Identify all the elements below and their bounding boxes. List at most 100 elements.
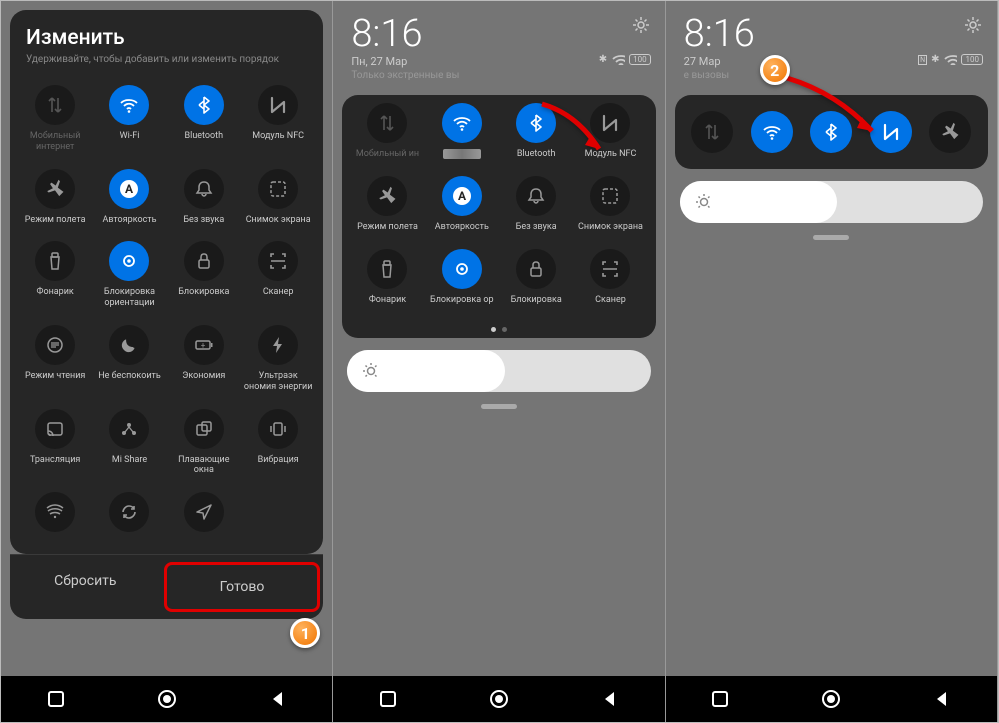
nav-back-button[interactable]	[269, 690, 287, 708]
tile-label: Блокировка ориентации	[94, 287, 164, 309]
tile-label: Сканер	[595, 295, 626, 306]
tile-label: Не беспокоить	[98, 371, 161, 382]
tile-scanner[interactable]: Сканер	[573, 241, 647, 314]
tile-airplane[interactable]: Режим полета	[350, 168, 424, 241]
mobile-data-icon	[367, 103, 407, 143]
tile-ultra[interactable]: Ультраэк ономия энергии	[241, 317, 315, 401]
scanner-icon	[258, 241, 298, 281]
nav-home-button[interactable]	[488, 688, 510, 710]
nav-recents-button[interactable]	[47, 690, 65, 708]
wifi-status-icon	[611, 51, 625, 68]
nav-bar	[1, 676, 332, 722]
tile-autobright[interactable]: Автояркость	[425, 168, 499, 241]
brightness-icon	[361, 361, 377, 381]
bluetooth-status-icon: ✱	[931, 54, 939, 65]
battery-status-icon: 100	[961, 54, 983, 65]
tile-label: Режим полета	[357, 222, 418, 233]
rotation-icon	[442, 249, 482, 289]
tile-wifi[interactable]	[425, 95, 499, 168]
tile-flashlight[interactable]: Фонарик	[350, 241, 424, 314]
tile-label: Трансляция	[30, 455, 80, 466]
tile-label: Снимок экрана	[578, 222, 643, 233]
tile-dnd[interactable]: Не беспокоить	[92, 317, 166, 401]
tile-mobile-data[interactable]	[689, 105, 735, 159]
tile-airplane[interactable]: Режим полета	[18, 161, 92, 234]
tile-loc[interactable]	[167, 484, 241, 546]
tile-reading[interactable]: Режим чтения	[18, 317, 92, 401]
nav-recents-button[interactable]	[711, 690, 729, 708]
tile-silent[interactable]: Без звука	[499, 168, 573, 241]
tile-autobright[interactable]: Автояркость	[92, 161, 166, 234]
settings-icon[interactable]	[631, 15, 651, 39]
screenshot-icon	[590, 176, 630, 216]
nav-back-button[interactable]	[601, 690, 619, 708]
drag-handle[interactable]	[813, 235, 849, 240]
tile-label: Снимок экрана	[246, 215, 311, 226]
tile-cast[interactable]: Трансляция	[18, 401, 92, 485]
tile-label: Модуль NFC	[252, 131, 304, 142]
nav-recents-button[interactable]	[379, 690, 397, 708]
tile-hotspot[interactable]	[18, 484, 92, 546]
battery-status-icon: 100	[629, 54, 651, 65]
tile-label: Мобильный интернет	[20, 131, 90, 153]
tile-airplane[interactable]	[927, 105, 973, 159]
tile-label	[443, 149, 481, 159]
done-button[interactable]: Готово	[164, 562, 321, 612]
tile-vibration[interactable]: Вибрация	[241, 401, 315, 485]
tile-rotation[interactable]: Блокировка ор	[425, 241, 499, 314]
screen-edit-tiles: Изменить Удерживайте, чтобы добавить или…	[1, 1, 333, 722]
tile-label: Без звука	[516, 222, 557, 233]
silent-icon	[184, 169, 224, 209]
tile-silent[interactable]: Без звука	[167, 161, 241, 234]
autobright-icon	[442, 176, 482, 216]
tile-sync[interactable]	[92, 484, 166, 546]
nav-home-button[interactable]	[156, 688, 178, 710]
carrier-text: Только экстренные вы	[351, 70, 646, 81]
mobile-data-icon	[691, 111, 733, 153]
tile-lock[interactable]: Блокировка	[167, 233, 241, 317]
lock-icon	[516, 249, 556, 289]
drag-handle[interactable]	[481, 404, 517, 409]
tile-lock[interactable]: Блокировка	[499, 241, 573, 314]
mishare-icon	[109, 409, 149, 449]
clock-time: 8:16	[684, 15, 979, 53]
brightness-slider[interactable]	[680, 181, 983, 223]
tile-floating[interactable]: Плавающие окна	[167, 401, 241, 485]
tile-rotation[interactable]: Блокировка ориентации	[92, 233, 166, 317]
arrow-annotation	[537, 99, 617, 173]
flashlight-icon	[35, 241, 75, 281]
tile-mobile-data[interactable]: Мобильный ин	[350, 95, 424, 168]
nav-home-button[interactable]	[820, 688, 842, 710]
tile-label: Сканер	[263, 287, 294, 298]
tile-screenshot[interactable]: Снимок экрана	[241, 161, 315, 234]
marker-2: 2	[760, 55, 790, 85]
settings-icon[interactable]	[963, 15, 983, 39]
tile-battery[interactable]: Экономия	[167, 317, 241, 401]
vibration-icon	[258, 409, 298, 449]
reset-button[interactable]: Сбросить	[10, 559, 161, 615]
tile-screenshot[interactable]: Снимок экрана	[573, 168, 647, 241]
tile-label: Блокировка	[178, 287, 229, 298]
airplane-icon	[367, 176, 407, 216]
marker-1: 1	[290, 618, 320, 648]
battery-icon	[184, 325, 224, 365]
edit-buttons: Сбросить Готово	[10, 554, 323, 619]
bluetooth-icon	[184, 85, 224, 125]
tile-label: Режим чтения	[25, 371, 85, 382]
dnd-icon	[109, 325, 149, 365]
tile-label: Экономия	[182, 371, 225, 382]
tile-scanner[interactable]: Сканер	[241, 233, 315, 317]
edit-subtitle: Удерживайте, чтобы добавить или изменить…	[26, 54, 307, 65]
nav-back-button[interactable]	[933, 690, 951, 708]
brightness-slider[interactable]	[347, 350, 650, 392]
tile-nfc[interactable]: Модуль NFC	[241, 77, 315, 161]
tile-wifi[interactable]: Wi-Fi	[92, 77, 166, 161]
tile-label: Вибрация	[258, 455, 299, 466]
tile-label: Мобильный ин	[356, 149, 419, 160]
tile-bluetooth[interactable]: Bluetooth	[167, 77, 241, 161]
screenshot-icon	[258, 169, 298, 209]
tile-label: Плавающие окна	[169, 455, 239, 477]
tile-mishare[interactable]: Mi Share	[92, 401, 166, 485]
tile-flashlight[interactable]: Фонарик	[18, 233, 92, 317]
tile-mobile-data[interactable]: Мобильный интернет	[18, 77, 92, 161]
